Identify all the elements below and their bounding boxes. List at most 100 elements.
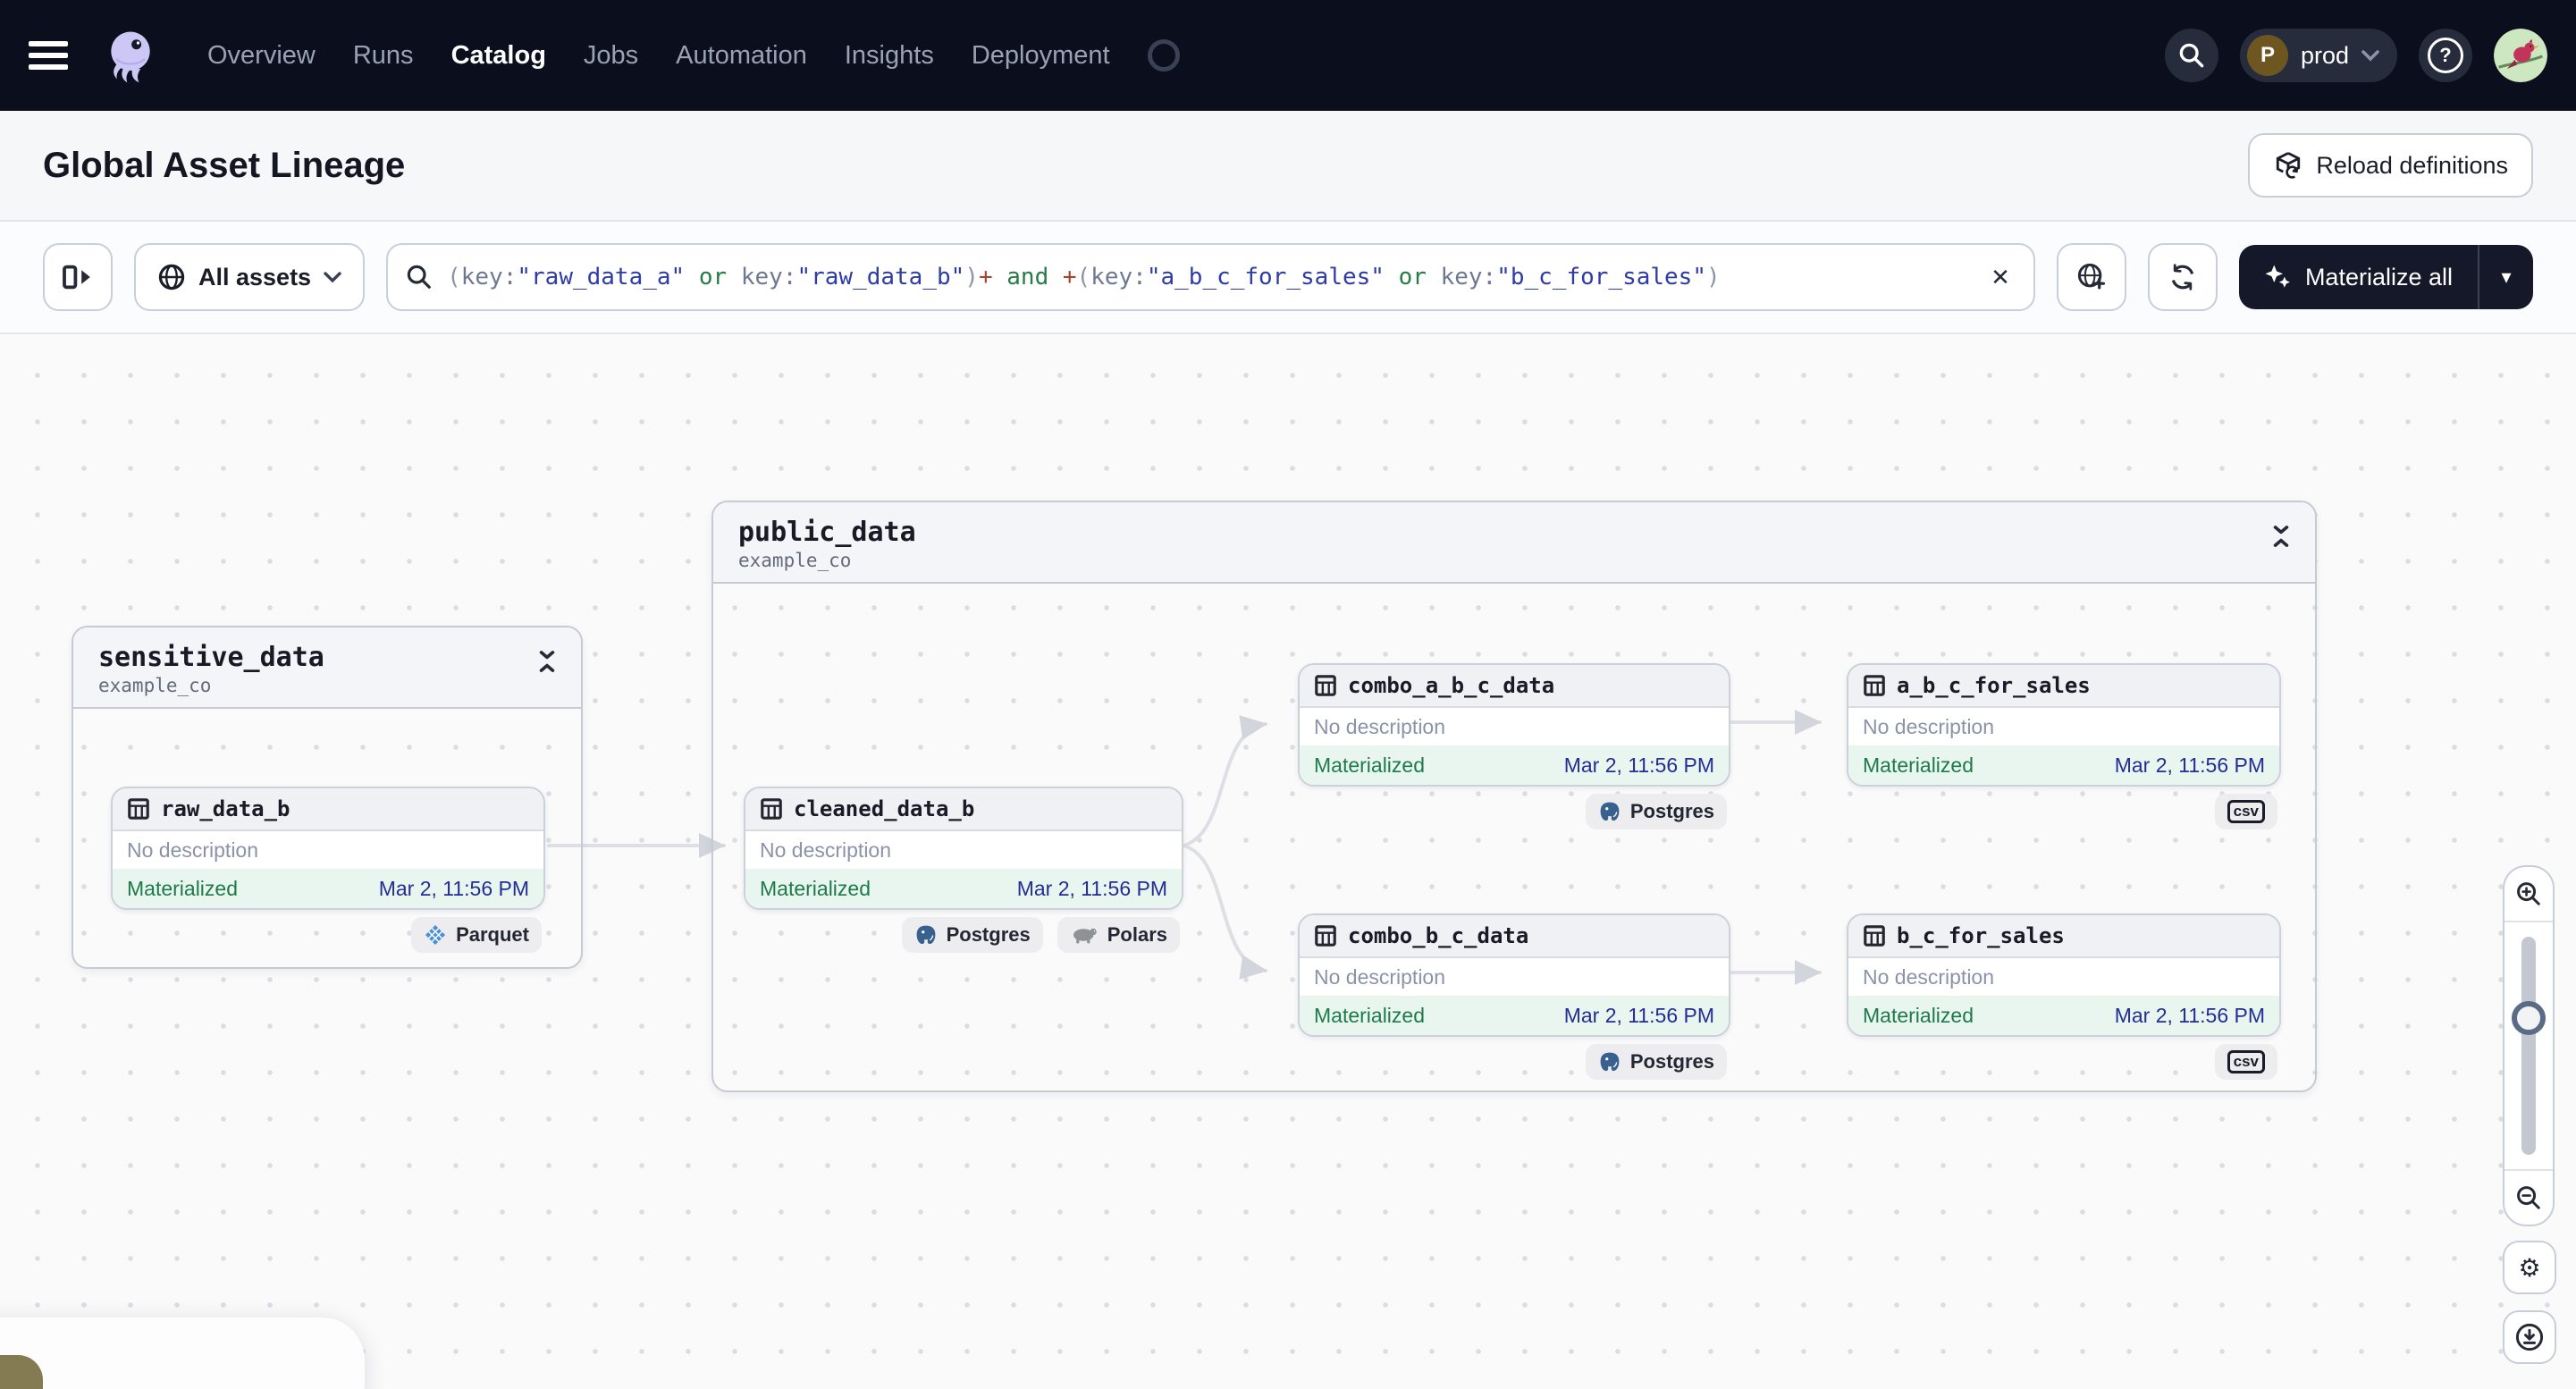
- asset-name: combo_b_c_data: [1348, 923, 1529, 948]
- deployment-status-spinner-icon: [1147, 39, 1180, 72]
- asset-node-raw-data-b[interactable]: raw_data_b No description Materialized M…: [111, 787, 545, 910]
- asset-node-header: b_c_for_sales: [1848, 915, 2279, 958]
- tag-parquet[interactable]: Parquet: [411, 917, 542, 953]
- asset-node-header: combo_b_c_data: [1300, 915, 1729, 958]
- asset-status-row: Materialized Mar 2, 11:56 PM: [745, 869, 1182, 908]
- asset-status-row: Materialized Mar 2, 11:56 PM: [1300, 996, 1729, 1035]
- zoom-out-button[interactable]: [2504, 1171, 2553, 1225]
- clear-query-button[interactable]: ✕: [1985, 264, 2016, 291]
- tag-csv[interactable]: csv: [2214, 794, 2277, 829]
- asset-query-input[interactable]: (key:"raw_data_a" or key:"raw_data_b")+ …: [386, 243, 2035, 311]
- csv-icon: csv: [2227, 800, 2265, 823]
- menu-icon[interactable]: [29, 41, 68, 70]
- tag-label: Postgres: [946, 923, 1031, 946]
- add-external-assets-button[interactable]: [2056, 243, 2126, 311]
- materialize-options-button[interactable]: ▾: [2479, 265, 2533, 289]
- page-header: Global Asset Lineage Reload definitions: [0, 111, 2576, 222]
- dagster-app: Overview Runs Catalog Jobs Automation In…: [0, 0, 2576, 1389]
- tag-label: Postgres: [1629, 1050, 1714, 1073]
- asset-tag-row: Parquet: [111, 917, 542, 953]
- open-filter-panel-button[interactable]: [43, 243, 113, 311]
- materialize-all-button[interactable]: Materialize all: [2239, 264, 2478, 291]
- nav-item-overview[interactable]: Overview: [207, 41, 316, 71]
- zoom-slider-track[interactable]: [2521, 937, 2536, 1155]
- tag-polars[interactable]: Polars: [1056, 917, 1180, 953]
- lineage-canvas[interactable]: sensitive_data example_co public_data ex…: [0, 334, 2576, 1389]
- nav-item-deployment[interactable]: Deployment: [972, 41, 1110, 71]
- asset-name: a_b_c_for_sales: [1897, 673, 2091, 698]
- zoom-in-button[interactable]: [2504, 867, 2553, 921]
- refresh-button[interactable]: [2147, 243, 2218, 311]
- status-badge: Materialized: [1863, 753, 1974, 777]
- table-icon: [1315, 675, 1336, 696]
- asset-node-combo-b-c-data[interactable]: combo_b_c_data No description Materializ…: [1298, 913, 1730, 1037]
- table-icon: [128, 798, 149, 820]
- search-icon: [2179, 43, 2204, 68]
- asset-description: No description: [1314, 964, 1446, 989]
- asset-description: No description: [127, 838, 259, 862]
- table-icon: [1864, 675, 1885, 696]
- search-button[interactable]: [2164, 29, 2218, 82]
- panel-expand-icon: [63, 265, 90, 290]
- group-header: public_data example_co: [713, 502, 2315, 584]
- tag-label: Parquet: [456, 923, 529, 946]
- table-icon: [1315, 925, 1336, 947]
- asset-name: combo_a_b_c_data: [1348, 673, 1555, 698]
- nav-item-automation[interactable]: Automation: [676, 41, 807, 71]
- asset-status-row: Materialized Mar 2, 11:56 PM: [1300, 745, 1729, 785]
- tag-postgres[interactable]: Postgres: [1585, 794, 1727, 829]
- asset-status-row: Materialized Mar 2, 11:56 PM: [1848, 745, 2279, 785]
- zoom-slider[interactable]: [2504, 922, 2553, 1169]
- materialization-timestamp: Mar 2, 11:56 PM: [2114, 1003, 2265, 1027]
- materialization-timestamp: Mar 2, 11:56 PM: [2114, 753, 2265, 777]
- globe-icon: [158, 264, 185, 290]
- materialization-timestamp: Mar 2, 11:56 PM: [378, 876, 529, 900]
- collapse-group-button[interactable]: [2265, 520, 2297, 552]
- zoom-slider-thumb[interactable]: [2512, 1001, 2546, 1035]
- tag-csv[interactable]: csv: [2214, 1044, 2277, 1080]
- materialization-timestamp: Mar 2, 11:56 PM: [1563, 1003, 1714, 1027]
- asset-node-combo-a-b-c-data[interactable]: combo_a_b_c_data No description Material…: [1298, 663, 1730, 787]
- workspace-switcher[interactable]: P prod: [2239, 29, 2397, 82]
- download-image-button[interactable]: [2503, 1310, 2556, 1364]
- asset-node-header: a_b_c_for_sales: [1848, 665, 2279, 708]
- tag-postgres[interactable]: Postgres: [901, 917, 1043, 953]
- collapse-icon: [539, 651, 555, 672]
- asset-node-header: raw_data_b: [113, 788, 543, 831]
- user-avatar[interactable]: [2494, 29, 2547, 82]
- minimap[interactable]: [0, 1317, 365, 1389]
- status-badge: Materialized: [1314, 1003, 1425, 1027]
- materialize-all-label: Materialize all: [2304, 263, 2453, 290]
- help-icon: ?: [2428, 38, 2463, 73]
- asset-scope-dropdown[interactable]: All assets: [134, 243, 366, 311]
- nav-item-catalog[interactable]: Catalog: [451, 41, 546, 71]
- asset-name: raw_data_b: [161, 796, 290, 821]
- help-button[interactable]: ?: [2419, 29, 2472, 82]
- dagster-logo-icon[interactable]: [100, 25, 161, 86]
- collapse-group-button[interactable]: [531, 645, 563, 678]
- postgres-icon: [1600, 1052, 1620, 1072]
- graph-settings-button[interactable]: ⚙: [2503, 1241, 2556, 1294]
- globe-add-icon: [2077, 263, 2105, 290]
- asset-tag-row: Postgres: [1298, 1044, 1727, 1080]
- asset-name: cleaned_data_b: [794, 796, 975, 821]
- asset-node-a-b-c-for-sales[interactable]: a_b_c_for_sales No description Materiali…: [1847, 663, 2281, 787]
- chevron-down-icon: [2361, 50, 2379, 62]
- reload-definitions-button[interactable]: Reload definitions: [2248, 133, 2533, 198]
- collapse-icon: [2273, 526, 2289, 547]
- asset-node-cleaned-data-b[interactable]: cleaned_data_b No description Materializ…: [744, 787, 1183, 910]
- status-badge: Materialized: [760, 876, 871, 900]
- status-badge: Materialized: [1863, 1003, 1974, 1027]
- asset-name: b_c_for_sales: [1897, 923, 2065, 948]
- nav-item-insights[interactable]: Insights: [845, 41, 934, 71]
- nav-item-jobs[interactable]: Jobs: [584, 41, 638, 71]
- asset-node-b-c-for-sales[interactable]: b_c_for_sales No description Materialize…: [1847, 913, 2281, 1037]
- zoom-out-icon: [2517, 1186, 2540, 1209]
- workspace-label: prod: [2300, 41, 2349, 69]
- nav-item-runs[interactable]: Runs: [353, 41, 414, 71]
- sparkle-icon: [2265, 265, 2290, 288]
- zoom-control-panel: [2503, 865, 2555, 1226]
- reload-definitions-label: Reload definitions: [2316, 151, 2508, 179]
- tag-postgres[interactable]: Postgres: [1585, 1044, 1727, 1080]
- asset-node-header: combo_a_b_c_data: [1300, 665, 1729, 708]
